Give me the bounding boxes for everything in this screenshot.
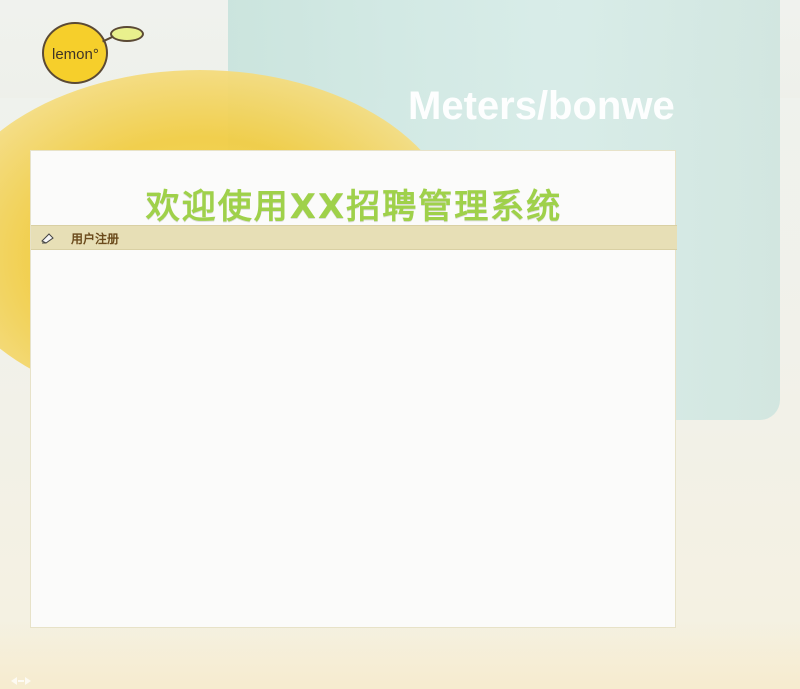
small-arrows-icon [11, 677, 31, 685]
background-bottom-glow [0, 620, 800, 689]
section-header: 用户注册 [31, 225, 677, 250]
edit-icon [41, 233, 54, 244]
content-panel: 欢迎使用XX招聘管理系统 用户注册 [30, 150, 677, 628]
logo-text: lemon° [52, 46, 99, 63]
logo-leaf-icon [110, 26, 144, 42]
section-title: 用户注册 [71, 232, 120, 246]
page-title: 欢迎使用XX招聘管理系统 [145, 187, 563, 227]
background-brand-text: Meters/bonwe [408, 84, 675, 128]
